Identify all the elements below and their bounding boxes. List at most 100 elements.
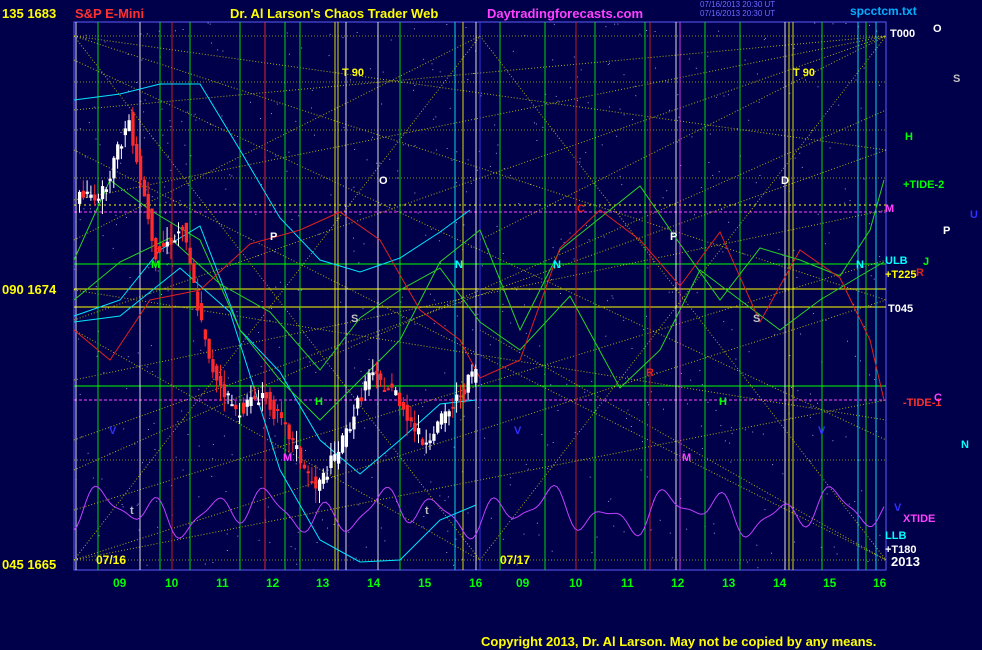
star-dot [847,340,848,342]
star-dot [301,47,303,49]
star-dot [838,104,840,106]
star-dot [722,251,724,253]
star-dot [769,298,771,300]
star-dot [207,22,209,24]
star-dot [268,417,270,419]
price-candle [78,191,82,204]
star-dot [120,162,122,164]
star-dot [688,58,690,60]
star-dot [610,498,612,500]
star-dot [690,379,692,381]
price-candle [116,144,120,160]
star-dot [148,267,150,269]
price-candle [112,157,116,179]
star-dot [854,355,856,357]
marker-d-day2: D [781,175,789,187]
star-dot [250,101,251,103]
star-dot [96,355,98,357]
star-dot [861,490,863,492]
star-dot [563,242,565,244]
star-dot [715,409,717,411]
star-dot [329,33,331,35]
x-hour-label: 11 [621,576,634,590]
day-label-2: 07/17 [500,553,531,567]
star-dot [605,335,607,337]
price-candle [302,464,307,469]
star-dot [261,301,263,303]
star-dot [794,541,796,543]
star-dot [461,381,463,383]
page-title: Dr. Al Larson's Chaos Trader Web [230,6,439,21]
star-dot [151,196,153,198]
star-dot [473,73,474,74]
star-dot [707,55,709,57]
star-dot [555,95,557,97]
gann-line [479,35,887,241]
price-candle [253,395,257,399]
star-dot [478,407,480,409]
star-dot [763,39,765,41]
star-dot [869,374,870,376]
star-dot [680,372,682,374]
star-dot [677,141,679,143]
star-dot [456,222,457,224]
star-dot [169,120,171,122]
star-dot [669,109,670,111]
star-dot [699,370,701,372]
star-dot [446,552,448,553]
marker-h-day1: H [315,396,323,408]
star-dot [746,561,748,563]
star-dot [382,71,384,73]
site-link[interactable]: Daytradingforecasts.com [487,7,643,21]
star-dot [863,178,865,180]
star-dot [381,103,383,105]
star-dot [828,232,830,234]
star-dot [460,419,462,421]
star-dot [695,67,697,69]
marker-s-right: S [953,73,961,85]
star-dot [444,372,446,374]
star-dot [126,216,127,218]
star-dot [817,402,819,404]
star-dot [438,240,440,242]
star-dot [422,526,424,528]
star-dot [354,367,356,369]
star-dot [296,563,298,565]
marker-m-day2: M [682,452,692,464]
star-dot [662,197,664,199]
star-dot [772,464,774,466]
star-dot [614,23,616,25]
star-dot [870,275,872,277]
star-dot [191,308,193,310]
star-dot [221,115,223,117]
star-dot [143,111,145,113]
star-dot [845,436,847,438]
star-dot [451,159,453,161]
star-dot [211,475,213,477]
star-dot [752,431,754,433]
star-dot [796,276,798,278]
star-dot [490,517,492,519]
star-dot [809,417,811,419]
star-dot [269,541,271,543]
star-dot [278,346,280,348]
price-candle [199,303,204,321]
star-dot [790,417,792,419]
x-hour-label: 09 [516,576,530,590]
x-hour-label: 14 [367,576,381,590]
price-candle [257,402,261,405]
star-dot [446,148,448,149]
star-dot [724,440,726,442]
star-dot [456,151,458,153]
star-dot [98,535,100,537]
star-dot [80,436,82,438]
star-dot [729,442,731,444]
star-dot [550,384,552,386]
star-dot [297,289,299,291]
price-candle [222,384,227,398]
star-dot [579,157,581,159]
star-dot [868,223,870,225]
star-dot [547,468,549,470]
star-dot [836,553,838,555]
star-dot [397,170,399,172]
